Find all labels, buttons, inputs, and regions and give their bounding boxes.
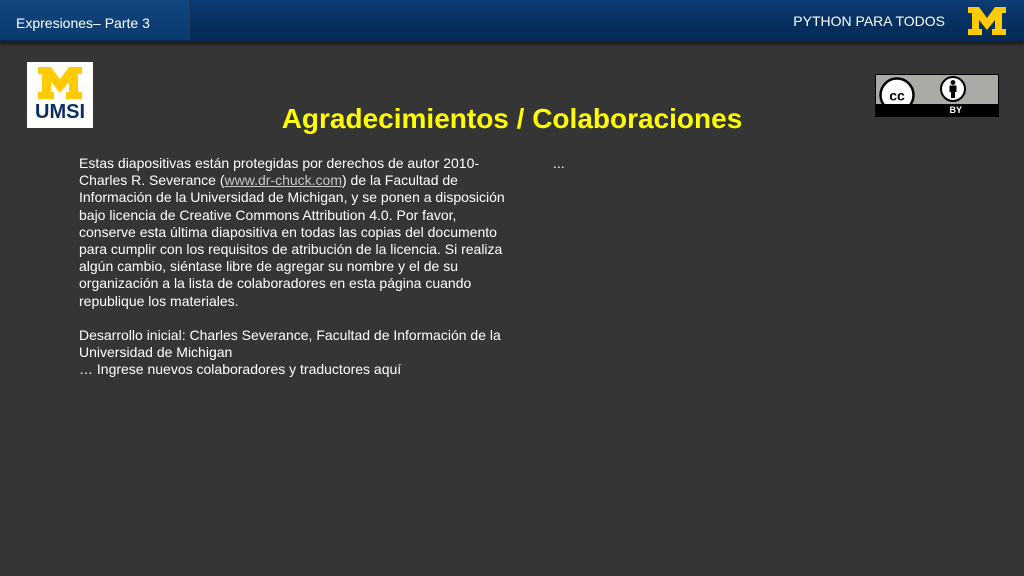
dr-chuck-link[interactable]: www.dr-chuck.com — [225, 172, 342, 188]
header-bar: Expresiones– Parte 3 PYTHON PARA TODOS — [0, 0, 1024, 42]
contributors-paragraph: Desarrollo inicial: Charles Severance, F… — [79, 327, 509, 379]
acknowledgements-text: Estas diapositivas están protegidas por … — [79, 155, 509, 395]
initial-development-text: Desarrollo inicial: Charles Severance, F… — [79, 326, 501, 361]
page-title: Agradecimientos / Colaboraciones — [281, 103, 743, 134]
copyright-text-end: ) de la Facultad de Información de la Un… — [79, 172, 505, 309]
slide: Expresiones– Parte 3 PYTHON PARA TODOS U… — [0, 0, 1024, 576]
course-title: PYTHON PARA TODOS — [793, 13, 945, 29]
new-contributors-text: … Ingrese nuevos colaboradores y traduct… — [79, 361, 402, 378]
cc-text: cc — [889, 88, 905, 104]
section-title: Expresiones– Parte 3 — [16, 15, 150, 31]
copyright-paragraph: Estas diapositivas están protegidas por … — [79, 155, 509, 310]
attribution-person-icon — [940, 76, 966, 102]
michigan-m-icon — [968, 7, 1006, 35]
right-column-ellipsis: ... — [553, 155, 565, 171]
michigan-m-icon — [38, 67, 82, 99]
